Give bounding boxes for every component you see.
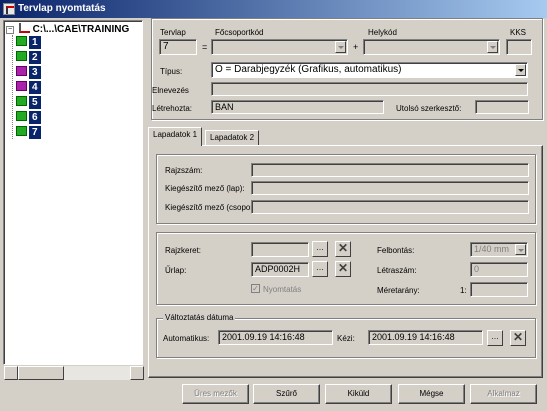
kieg-csoport-field[interactable]: [251, 200, 529, 214]
tree-item[interactable]: 4: [16, 81, 41, 94]
equals-sign: =: [202, 42, 208, 52]
print-sheet-dialog: Tervlap nyomtatás − C:\...\CAE\TRAINING …: [0, 0, 547, 411]
sheet-icon: [16, 81, 27, 91]
scroll-right-icon[interactable]: [130, 366, 144, 380]
urlap-browse-button[interactable]: …: [312, 261, 328, 277]
rajzkeret-field[interactable]: [251, 242, 309, 257]
apply-button[interactable]: Alkalmaz: [470, 384, 537, 404]
kezi-date-field[interactable]: 2001.09.19 14:16:48: [368, 330, 483, 345]
helykod-label: Helykód: [368, 28, 397, 37]
sheet-icon: [16, 36, 27, 46]
meretarany-label: Méretarány:: [377, 286, 420, 295]
chevron-down-icon[interactable]: [515, 244, 526, 255]
tree-item[interactable]: 5: [16, 96, 41, 109]
tree-root-label: C:\...\CAE\TRAINING: [32, 24, 130, 35]
tipus-value: O = Darabjegyzék (Grafikus, automatikus): [215, 64, 402, 75]
utolso-szerkeszto-label: Utolsó szerkesztő:: [396, 104, 462, 113]
project-icon: [18, 23, 30, 33]
title-bar: Tervlap nyomtatás: [0, 0, 547, 18]
send-button[interactable]: Kiküld: [325, 384, 392, 404]
sheet-icon: [16, 51, 27, 61]
tree-item-selected[interactable]: 7: [16, 126, 41, 139]
kieg-csoport-label: Kiegészítő mező (csoport: [165, 203, 256, 212]
cancel-button[interactable]: Mégse: [398, 384, 465, 404]
sheet-icon: [16, 66, 27, 76]
tipus-dropdown[interactable]: O = Darabjegyzék (Grafikus, automatikus): [211, 62, 528, 78]
rajzszam-label: Rajzszám:: [165, 166, 203, 175]
tervlap-label: Tervlap: [160, 28, 186, 37]
tab-lapadatok-1[interactable]: Lapadatok 1: [148, 127, 203, 146]
felbontas-label: Felbontás:: [377, 246, 415, 255]
kieg-lap-label: Kiegészítő mező (lap):: [165, 184, 245, 193]
scroll-left-icon[interactable]: [4, 366, 18, 380]
meretarany-field[interactable]: [470, 282, 528, 297]
sheet-icon: [16, 111, 27, 121]
urlap-field[interactable]: ADP0002H: [251, 262, 309, 277]
kks-field[interactable]: [506, 39, 532, 55]
elnevezes-label: Elnevezés: [152, 86, 189, 95]
urlap-label: Űrlap:: [165, 266, 187, 275]
app-icon: [3, 3, 15, 15]
auto-date-field: 2001.09.19 14:16:48: [218, 330, 333, 345]
letrehozta-field: BAN: [211, 100, 384, 114]
tree-item[interactable]: 3: [16, 66, 41, 79]
auto-date-label: Automatikus:: [163, 334, 210, 343]
kezi-date-clear-icon[interactable]: ✕: [510, 330, 526, 346]
focsoport-label: Főcsoportkód: [215, 28, 264, 37]
letrehozta-label: Létrehozta:: [152, 104, 193, 113]
tab-lapadatok-2[interactable]: Lapadatok 2: [205, 130, 260, 146]
empty-fields-button[interactable]: Üres mezők: [182, 384, 249, 404]
filter-button[interactable]: Szűrő: [253, 384, 320, 404]
tree-horizontal-scrollbar[interactable]: [4, 366, 144, 380]
kezi-date-browse-button[interactable]: …: [487, 330, 503, 346]
utolso-szerkeszto-field: [475, 100, 529, 114]
urlap-clear-icon[interactable]: ✕: [335, 261, 351, 277]
rajzkeret-browse-button[interactable]: …: [312, 241, 328, 257]
nyomtatas-checkbox[interactable]: ✓: [251, 284, 260, 293]
kezi-date-label: Kézi:: [337, 334, 355, 343]
tree-root[interactable]: − C:\...\CAE\TRAINING: [6, 23, 129, 36]
sheet-icon: [16, 96, 27, 106]
chevron-down-icon[interactable]: [335, 41, 346, 53]
sheet-icon: [16, 126, 27, 136]
date-group-label: Változtatás dátuma: [163, 313, 236, 322]
tree-line: [12, 35, 13, 139]
chevron-down-icon[interactable]: [487, 41, 498, 53]
scroll-thumb[interactable]: [18, 366, 64, 380]
helykod-dropdown[interactable]: [363, 39, 500, 55]
letraszam-label: Létraszám:: [377, 266, 417, 275]
felbontas-value: 1/40 mm: [474, 244, 510, 254]
nyomtatas-label: Nyomtatás: [263, 285, 302, 294]
project-tree[interactable]: − C:\...\CAE\TRAINING 1 2 3 4 5 6 7: [3, 20, 143, 365]
elnevezes-field[interactable]: [211, 82, 528, 96]
tree-item[interactable]: 6: [16, 111, 41, 124]
rajzkeret-clear-icon[interactable]: ✕: [335, 241, 351, 257]
meretarany-prefix: 1:: [460, 286, 467, 295]
letraszam-field[interactable]: 0: [470, 262, 528, 277]
window-title: Tervlap nyomtatás: [18, 3, 106, 14]
plus-sign: +: [353, 42, 359, 52]
tervlap-field[interactable]: 7: [159, 39, 197, 55]
chevron-down-icon[interactable]: [515, 64, 526, 76]
collapse-icon[interactable]: −: [6, 26, 14, 34]
kieg-lap-field[interactable]: [251, 181, 529, 195]
tree-item[interactable]: 1: [16, 36, 41, 49]
rajzkeret-label: Rajzkeret:: [165, 246, 202, 255]
kks-label: KKS: [510, 28, 527, 37]
felbontas-dropdown[interactable]: 1/40 mm: [470, 242, 528, 257]
tipus-label: Típus:: [160, 67, 183, 76]
focsoport-dropdown[interactable]: [211, 39, 348, 55]
rajzszam-field[interactable]: [251, 163, 529, 177]
tree-item[interactable]: 2: [16, 51, 41, 64]
